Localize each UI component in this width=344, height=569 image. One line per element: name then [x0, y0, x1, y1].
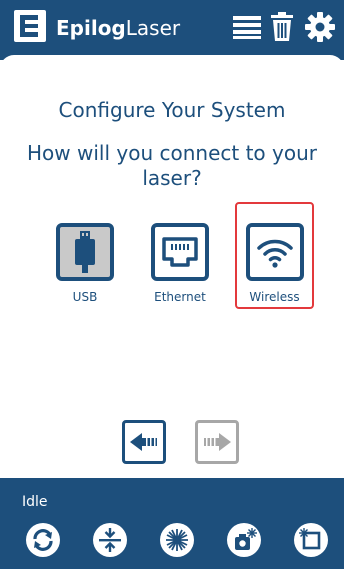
option-usb[interactable]: USB [47, 205, 123, 309]
option-wireless[interactable]: Wireless [235, 202, 314, 309]
option-ethernet[interactable]: Ethernet [142, 205, 218, 309]
option-label-usb: USB [72, 290, 98, 304]
focus-icon[interactable] [92, 522, 128, 558]
brand-bold: Epilog [56, 16, 126, 40]
option-label-wireless: Wireless [249, 290, 300, 304]
connection-question: How will you connect to your laser? [27, 141, 317, 190]
status-text: Idle [22, 494, 48, 510]
laser-icon[interactable] [159, 522, 195, 558]
brand-light: Laser [125, 16, 181, 40]
back-button[interactable] [122, 420, 166, 464]
page-title: Configure Your System [58, 98, 286, 122]
list-icon[interactable] [230, 10, 264, 44]
next-button[interactable] [195, 420, 239, 464]
arrow-right-icon [204, 433, 231, 451]
logo-icon [14, 10, 46, 42]
usb-icon [56, 223, 114, 281]
option-label-ethernet: Ethernet [154, 290, 206, 304]
ethernet-icon [151, 223, 209, 281]
arrow-left-icon [130, 433, 157, 451]
status-bar: Idle [0, 478, 344, 569]
camera-icon[interactable] [226, 522, 262, 558]
frame-icon[interactable] [293, 522, 329, 558]
gear-icon[interactable] [303, 10, 337, 44]
trash-icon[interactable] [265, 10, 299, 44]
app-header: EpilogLaser [0, 0, 344, 60]
wifi-icon [245, 223, 304, 281]
refresh-icon[interactable] [25, 522, 61, 558]
brand-name: EpilogLaser [56, 16, 180, 40]
